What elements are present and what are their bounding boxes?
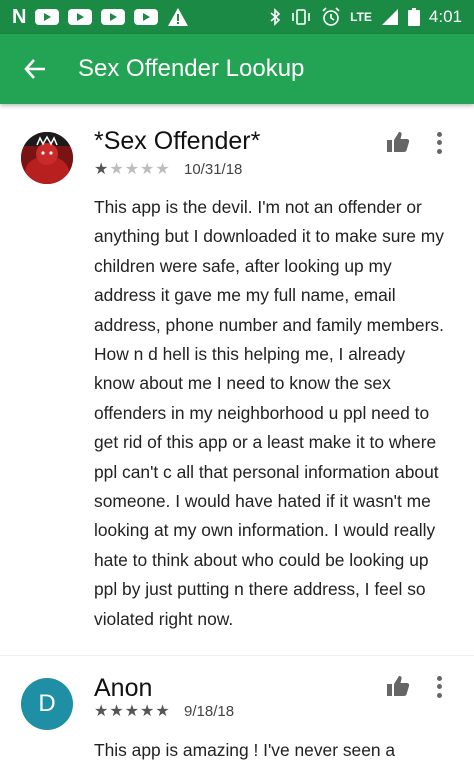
youtube-icon: [68, 9, 93, 25]
battery-icon: [407, 8, 420, 26]
youtube-icon: [35, 9, 60, 25]
more-dot: [436, 149, 442, 155]
review-date: 10/31/18: [184, 161, 243, 178]
review-date: 9/18/18: [184, 703, 235, 720]
clock-time: 4:01: [428, 7, 462, 26]
more-dot: [436, 131, 442, 137]
more-options-button[interactable]: [430, 130, 448, 156]
more-dot: [436, 675, 442, 681]
more-dot: [436, 684, 442, 690]
system-icons: LTE 4:01: [269, 7, 462, 27]
vibrate-icon: [292, 9, 310, 25]
review-author: Anon: [94, 674, 153, 702]
bluetooth-icon: [270, 8, 281, 26]
youtube-icon: [101, 9, 126, 25]
review-author: *Sex Offender*: [94, 127, 261, 155]
back-button[interactable]: [20, 54, 50, 84]
review-body: This app is amazing ! I've never seen a: [94, 740, 396, 760]
helpful-button[interactable]: [386, 674, 412, 700]
signal-icon: [381, 9, 398, 25]
app-bar: Sex Offender Lookup: [0, 34, 474, 104]
more-dot: [436, 140, 442, 146]
network-type-label: LTE: [350, 10, 372, 24]
more-dot: [436, 693, 442, 699]
review-card: *Sex Offender* ★★★★★ 10/31/18 This app i…: [0, 104, 474, 654]
youtube-icon: [134, 9, 159, 25]
warning-icon: [168, 8, 189, 26]
star-rating: ★★★★★: [94, 703, 171, 720]
star-rating: ★★★★★: [94, 161, 171, 178]
avatar: [21, 132, 73, 184]
review-card: D Anon ★★★★★ 9/18/18 This app is amazing…: [0, 656, 474, 776]
thumbs-up-icon: [387, 132, 410, 152]
helpful-button[interactable]: [386, 130, 412, 156]
status-bar: N LTE 4:01: [0, 0, 474, 34]
netflix-n-icon: N: [12, 6, 27, 28]
back-arrow-icon: [24, 59, 45, 79]
page-title: Sex Offender Lookup: [78, 55, 305, 82]
thumbs-up-icon: [387, 676, 410, 696]
avatar: D: [21, 678, 73, 730]
alarm-icon: [322, 7, 340, 26]
review-body: This app is the devil. I'm not an offend…: [94, 197, 444, 629]
more-options-button[interactable]: [430, 674, 448, 700]
notification-icons: N: [12, 7, 189, 27]
